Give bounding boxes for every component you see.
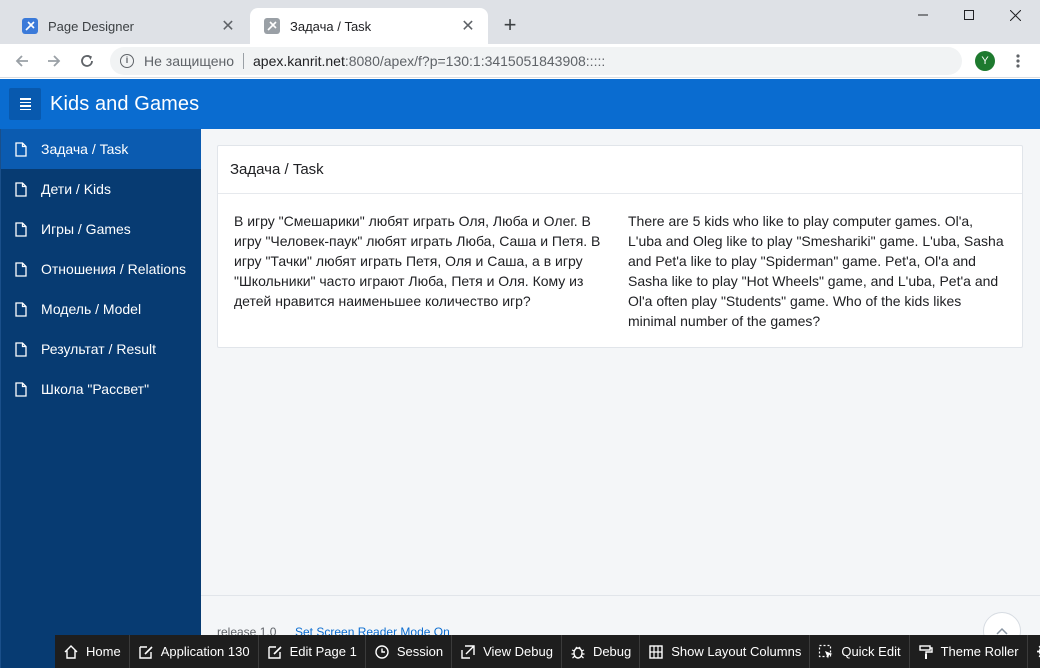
sidebar-item-label: Задача / Task — [41, 141, 129, 157]
sidebar-item-label: Школа "Рассвет" — [41, 381, 150, 397]
task-text-ru: В игру "Смешарики" любят играть Оля, Люб… — [234, 213, 601, 309]
url-path: :8080/apex/f?p=130:1:3415051843908::::: — [344, 53, 606, 69]
app-title[interactable]: Kids and Games — [50, 93, 199, 116]
browser-tab-task[interactable]: Задача / Task ✕ — [250, 8, 488, 44]
cursor-select-icon — [819, 644, 833, 658]
dev-debug-label: Debug — [592, 644, 632, 659]
address-bar[interactable]: i Не защищено apex.kanrit.net :8080/apex… — [110, 47, 962, 75]
task-region: Задача / Task В игру "Смешарики" любят и… — [217, 145, 1023, 348]
dev-view-debug-label: View Debug — [483, 644, 553, 659]
sidebar-item-label: Игры / Games — [41, 221, 131, 237]
apex-favicon-icon — [22, 18, 38, 34]
minimize-window-icon[interactable] — [900, 0, 946, 30]
browser-menu-icon[interactable] — [1008, 51, 1028, 71]
external-view-icon — [461, 644, 475, 659]
sidebar-item-games[interactable]: Игры / Games — [1, 209, 201, 249]
dev-quick-edit-button[interactable]: Quick Edit — [810, 635, 910, 668]
dev-theme-roller-button[interactable]: Theme Roller — [910, 635, 1028, 668]
new-tab-button[interactable]: + — [498, 13, 522, 37]
apex-favicon-icon — [264, 18, 280, 34]
edit-icon — [267, 645, 282, 659]
tab-title: Page Designer — [48, 18, 134, 34]
browser-toolbar: i Не защищено apex.kanrit.net :8080/apex… — [0, 44, 1040, 78]
sidebar-item-label: Отношения / Relations — [41, 261, 187, 277]
home-icon — [64, 644, 78, 659]
dev-theme-roller-label: Theme Roller — [940, 644, 1019, 659]
page-icon — [15, 341, 27, 357]
bug-icon — [571, 646, 585, 659]
close-window-icon[interactable] — [992, 0, 1038, 30]
sidebar-item-label: Результат / Result — [41, 341, 157, 357]
dev-application-label: Application 130 — [160, 644, 250, 659]
maximize-window-icon[interactable] — [946, 0, 992, 30]
sidebar-item-school[interactable]: Школа "Рассвет" — [1, 369, 201, 409]
sidebar-nav: Задача / Task Дети / Kids Игры / Games О… — [0, 129, 201, 668]
dev-layout-columns-label: Show Layout Columns — [671, 644, 802, 659]
info-icon[interactable]: i — [120, 54, 134, 68]
sidebar-item-relations[interactable]: Отношения / Relations — [1, 249, 201, 289]
main-content: Задача / Task В игру "Смешарики" любят и… — [201, 129, 1040, 595]
forward-arrow-icon[interactable] — [42, 49, 66, 73]
chevron-up-icon — [996, 627, 1008, 635]
page-icon — [15, 381, 27, 397]
dev-edit-page-button[interactable]: Edit Page 1 — [259, 635, 366, 668]
dev-layout-columns-button[interactable]: Show Layout Columns — [640, 635, 811, 668]
paint-roller-icon — [918, 644, 933, 659]
tab-title: Задача / Task — [290, 18, 372, 34]
dev-view-debug-button[interactable]: View Debug — [452, 635, 562, 668]
grid-icon — [649, 644, 663, 659]
page-icon — [15, 181, 27, 197]
page-icon — [15, 261, 27, 277]
page-icon — [15, 301, 27, 317]
page-icon — [15, 141, 27, 157]
developer-toolbar: Home Application 130 Edit Page 1 Session… — [55, 635, 1040, 668]
page-icon — [15, 221, 27, 237]
reload-icon[interactable] — [75, 49, 99, 73]
sidebar-item-model[interactable]: Модель / Model — [1, 289, 201, 329]
sidebar-item-result[interactable]: Результат / Result — [1, 329, 201, 369]
divider — [243, 53, 244, 69]
dev-settings-button[interactable] — [1028, 635, 1040, 668]
dev-application-button[interactable]: Application 130 — [130, 635, 259, 668]
close-tab-icon[interactable]: ✕ — [220, 16, 236, 36]
hamburger-menu-icon[interactable] — [9, 88, 41, 120]
app-header: Kids and Games — [0, 79, 1040, 129]
close-tab-icon[interactable]: ✕ — [460, 16, 476, 36]
dev-edit-page-label: Edit Page 1 — [289, 644, 357, 659]
dev-debug-button[interactable]: Debug — [562, 635, 641, 668]
dev-quick-edit-label: Quick Edit — [841, 644, 901, 659]
sidebar-item-kids[interactable]: Дети / Kids — [1, 169, 201, 209]
browser-tab-page-designer[interactable]: Page Designer ✕ — [8, 8, 248, 44]
gear-icon — [1036, 645, 1040, 658]
url-host: apex.kanrit.net — [253, 53, 345, 69]
task-text-en: There are 5 kids who like to play comput… — [628, 213, 1004, 329]
security-status: Не защищено — [144, 53, 234, 69]
profile-avatar[interactable]: Y — [975, 51, 995, 71]
sidebar-item-label: Дети / Kids — [41, 181, 111, 197]
dev-session-label: Session — [396, 644, 444, 659]
dev-home-button[interactable]: Home — [55, 635, 130, 668]
sidebar-item-task[interactable]: Задача / Task — [1, 129, 201, 169]
dev-session-button[interactable]: Session — [366, 635, 453, 668]
back-arrow-icon[interactable] — [10, 49, 34, 73]
region-title: Задача / Task — [218, 146, 1022, 194]
sidebar-item-label: Модель / Model — [41, 301, 142, 317]
edit-icon — [138, 645, 153, 659]
browser-tab-strip: Page Designer ✕ Задача / Task ✕ + — [0, 0, 1040, 44]
clock-icon — [375, 644, 389, 659]
dev-home-label: Home — [86, 644, 121, 659]
